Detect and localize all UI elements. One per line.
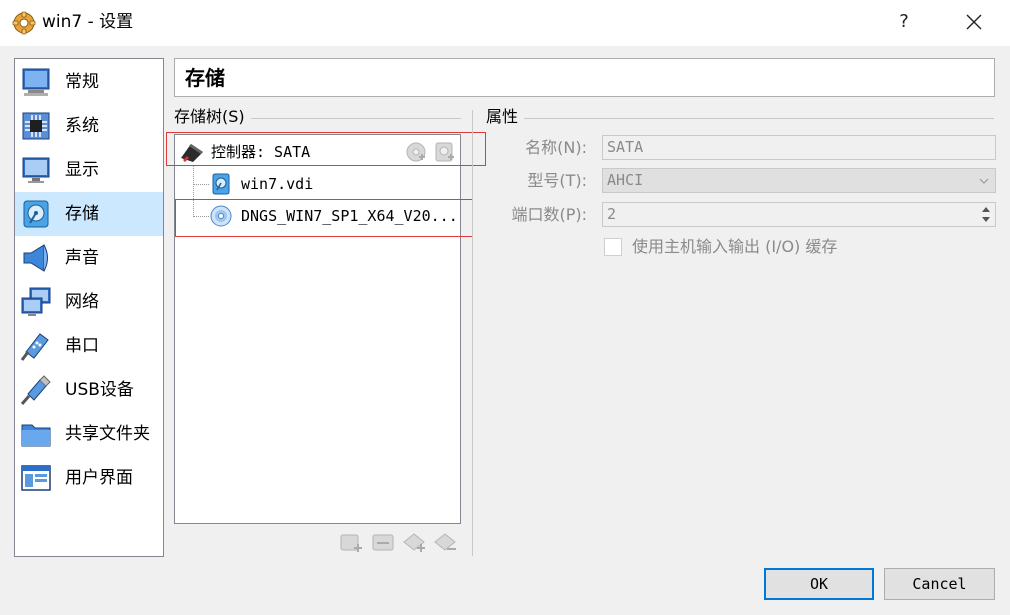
sidebar-item-system[interactable]: 系统: [15, 104, 163, 148]
settings-sidebar: 常规 系统 显示 存储 声音 网络 串口 USB设备 共享文件夹 用户界面: [14, 58, 164, 557]
storage-tree[interactable]: 控制器: SATA win7.vdi DNGS_WIN7_SP1_X64_V20…: [174, 134, 461, 524]
speaker-icon: [23, 244, 48, 272]
monitor-icon: [22, 157, 50, 183]
ports-value: 2: [607, 205, 617, 223]
disk-icon: [23, 200, 49, 228]
serial-port-icon: [20, 333, 49, 361]
sidebar-item-general[interactable]: 常规: [15, 60, 163, 104]
sidebar-item-label: 用户界面: [65, 468, 133, 488]
remove-attachment-icon[interactable]: [433, 530, 457, 554]
close-icon: [966, 14, 982, 30]
group-divider: [486, 118, 994, 119]
settings-gear-icon: [12, 11, 36, 35]
sidebar-item-label: 存储: [65, 204, 99, 224]
cancel-button[interactable]: Cancel: [884, 568, 995, 600]
type-select[interactable]: AHCI: [602, 168, 996, 193]
network-icon: [21, 287, 51, 316]
ports-spinbox[interactable]: 2: [602, 202, 996, 227]
name-label: 名称(N):: [525, 138, 587, 157]
folder-icon: [21, 424, 51, 447]
io-cache-checkbox[interactable]: [604, 238, 622, 256]
sidebar-item-serial-port[interactable]: 串口: [15, 324, 163, 368]
chip-icon: [22, 112, 50, 140]
type-label: 型号(T):: [527, 171, 587, 190]
chevron-down-icon: [979, 178, 989, 184]
io-cache-label: 使用主机输入输出 (I/O) 缓存: [632, 237, 838, 256]
ports-label: 端口数(P):: [511, 205, 587, 224]
highlight-box: [166, 132, 486, 166]
panel-divider: [472, 110, 473, 556]
tree-item-attachment[interactable]: win7.vdi: [175, 169, 460, 199]
spin-up-icon[interactable]: [980, 205, 992, 214]
tree-item-label: win7.vdi: [241, 175, 314, 193]
sidebar-item-label: 共享文件夹: [65, 424, 150, 444]
help-button[interactable]: ?: [884, 6, 924, 38]
sidebar-item-label: 声音: [65, 248, 99, 268]
window-title: win7 - 设置: [42, 12, 134, 32]
storage-tree-heading: 存储树(S): [174, 107, 251, 127]
sidebar-item-usb[interactable]: USB设备: [15, 368, 163, 412]
close-button[interactable]: [952, 6, 996, 38]
attributes-heading: 属性: [486, 107, 525, 127]
sidebar-item-label: 系统: [65, 116, 99, 136]
add-attachment-icon[interactable]: [402, 530, 426, 554]
sidebar-item-label: USB设备: [65, 380, 134, 400]
sidebar-item-display[interactable]: 显示: [15, 148, 163, 192]
page-title: 存储: [185, 66, 225, 90]
highlight-box: [175, 199, 473, 237]
spin-down-icon[interactable]: [980, 215, 992, 224]
sidebar-item-shared-folders[interactable]: 共享文件夹: [15, 412, 163, 456]
page-header: 存储: [174, 58, 995, 97]
remove-controller-icon[interactable]: [371, 530, 395, 554]
general-icon: [22, 68, 50, 96]
sidebar-item-label: 常规: [65, 72, 99, 92]
sidebar-item-user-interface[interactable]: 用户界面: [15, 456, 163, 500]
sidebar-item-label: 串口: [65, 336, 99, 356]
name-field[interactable]: SATA: [602, 135, 996, 160]
sidebar-item-network[interactable]: 网络: [15, 280, 163, 324]
hard-disk-icon: [212, 173, 230, 195]
sidebar-item-label: 显示: [65, 160, 99, 180]
sidebar-item-storage[interactable]: 存储: [15, 192, 163, 236]
type-select-value: AHCI: [607, 171, 644, 189]
usb-icon: [20, 375, 51, 405]
sidebar-item-audio[interactable]: 声音: [15, 236, 163, 280]
title-bar: [0, 0, 1010, 46]
ui-icon: [21, 465, 51, 491]
ok-button[interactable]: OK: [764, 568, 874, 600]
add-controller-icon[interactable]: [339, 530, 363, 554]
sidebar-item-label: 网络: [65, 292, 99, 312]
